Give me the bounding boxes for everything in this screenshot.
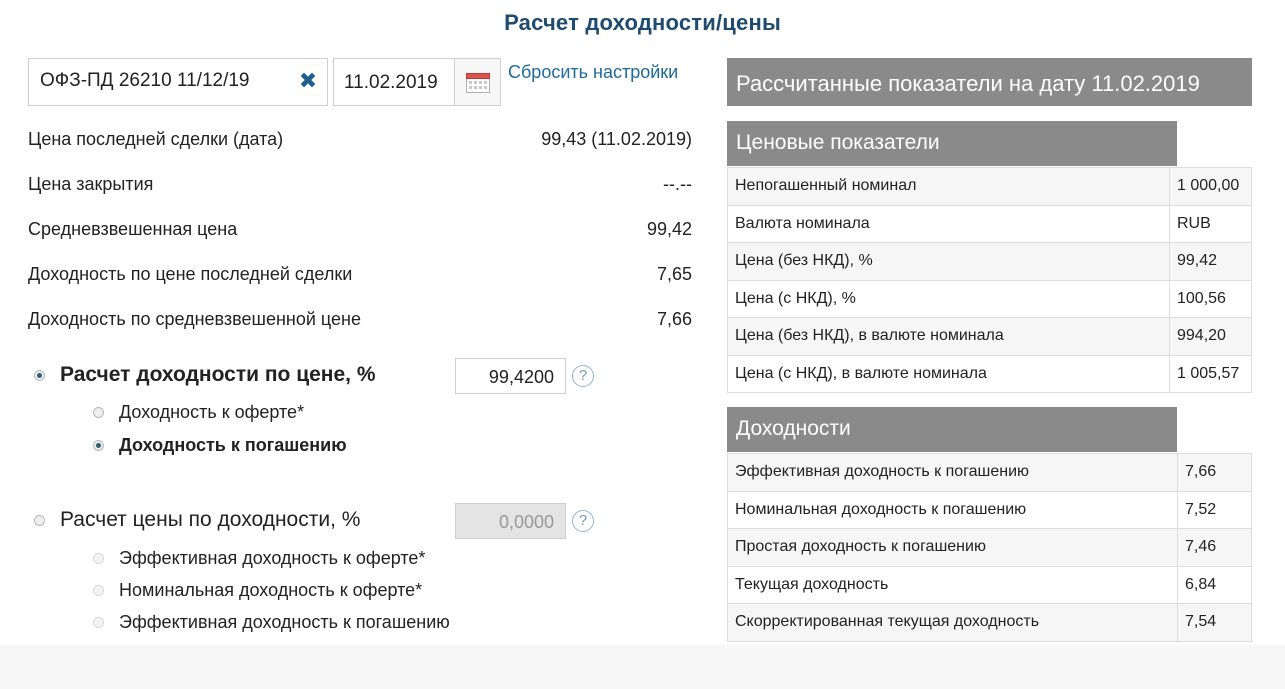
price-by-yield-label: Расчет цены по доходности, % (60, 508, 361, 531)
date-value: 11.02.2019 (344, 72, 438, 93)
table-row: Валюта номинала RUB (727, 204, 1252, 243)
info-label: Цена закрытия (28, 174, 154, 194)
nom-offer-yield-radio[interactable] (93, 585, 104, 596)
offer-yield-radio[interactable] (93, 407, 104, 418)
reset-settings-link[interactable]: Сбросить настройки (508, 62, 678, 83)
price-by-yield-radio[interactable] (34, 515, 45, 526)
info-label: Средневзвешенная цена (28, 219, 238, 239)
table-cell-value: RUB (1169, 204, 1252, 243)
eff-offer-yield-radio[interactable] (93, 553, 104, 564)
table-cell-label: Эффективная доходность к погашению (727, 453, 1178, 492)
table-cell-label: Цена (без НКД), % (727, 242, 1170, 281)
table-cell-label: Цена (без НКД), в валюте номинала (727, 317, 1170, 356)
table-row: Скорректированная текущая доходность 7,54 (727, 603, 1252, 642)
eff-maturity-yield-radio[interactable] (93, 617, 104, 628)
table-cell-value: 7,54 (1177, 603, 1252, 642)
eff-offer-yield-label: Эффективная доходность к оферте* (119, 548, 426, 568)
yield-by-price-radio[interactable] (34, 370, 45, 381)
table-cell-value: 1 000,00 (1169, 167, 1252, 206)
info-value: 7,66 (656, 309, 692, 329)
maturity-yield-radio[interactable] (93, 440, 104, 451)
table-cell-value: 7,46 (1177, 528, 1252, 567)
eff-maturity-yield-label: Эффективная доходность к погашению (119, 612, 450, 632)
price-section-title: Ценовые показатели (727, 121, 1177, 166)
yield-section-title: Доходности (727, 407, 1177, 452)
info-value: --.-- (663, 174, 692, 194)
page-title: Расчет доходности/цены (504, 10, 781, 35)
help-icon[interactable]: ? (572, 510, 594, 532)
page-footer-band (0, 645, 1285, 689)
table-cell-value: 7,66 (1177, 453, 1252, 492)
info-value: 99,42 (646, 219, 692, 239)
table-cell-value: 994,20 (1169, 317, 1252, 356)
table-cell-label: Непогашенный номинал (727, 167, 1170, 206)
info-label: Цена последней сделки (дата) (28, 129, 284, 149)
table-row: Цена (без НКД), в валюте номинала 994,20 (727, 317, 1252, 356)
table-cell-value: 7,52 (1177, 490, 1252, 529)
table-cell-value: 6,84 (1177, 565, 1252, 604)
offer-yield-label: Доходность к оферте* (119, 402, 305, 422)
table-cell-value: 100,56 (1169, 279, 1252, 318)
yield-by-price-label: Расчет доходности по цене, % (60, 363, 376, 386)
table-cell-label: Цена (с НКД), в валюте номинала (727, 354, 1170, 393)
table-cell-label: Цена (с НКД), % (727, 279, 1170, 318)
info-row-yield-last-trade: Доходность по цене последней сделки 7,65 (28, 264, 692, 292)
table-cell-value: 99,42 (1169, 242, 1252, 281)
info-row-close-price: Цена закрытия --.-- (28, 174, 692, 202)
calendar-icon[interactable] (454, 59, 500, 105)
results-header: Рассчитанные показатели на дату 11.02.20… (727, 58, 1252, 106)
table-cell-label: Скорректированная текущая доходность (727, 603, 1178, 642)
table-row: Цена (без НКД), % 99,42 (727, 242, 1252, 281)
yield-input[interactable]: 0,0000 (455, 503, 566, 539)
nom-offer-yield-label: Номинальная доходность к оферте* (119, 580, 423, 600)
help-icon[interactable]: ? (572, 365, 594, 387)
table-row: Цена (с НКД), % 100,56 (727, 279, 1252, 318)
table-cell-label: Валюта номинала (727, 204, 1170, 243)
table-cell-label: Простая доходность к погашению (727, 528, 1178, 567)
table-row: Непогашенный номинал 1 000,00 (727, 167, 1252, 206)
info-row-weighted-price: Средневзвешенная цена 99,42 (28, 219, 692, 247)
price-table: Непогашенный номинал 1 000,00 Валюта номи… (727, 167, 1252, 393)
bond-selector-value: ОФЗ-ПД 26210 11/12/19 (40, 70, 250, 91)
table-row: Номинальная доходность к погашению 7,52 (727, 490, 1252, 529)
table-row: Текущая доходность 6,84 (727, 565, 1252, 604)
info-row-last-trade: Цена последней сделки (дата) 99,43 (11.0… (28, 129, 692, 157)
info-label: Доходность по цене последней сделки (28, 264, 353, 284)
info-value: 99,43 (11.02.2019) (541, 129, 692, 149)
table-row: Цена (с НКД), в валюте номинала 1 005,57 (727, 354, 1252, 393)
close-icon[interactable]: ✖ (297, 69, 319, 93)
price-input[interactable]: 99,4200 (455, 358, 566, 394)
yield-table: Эффективная доходность к погашению 7,66 Н… (727, 453, 1252, 642)
table-cell-label: Номинальная доходность к погашению (727, 490, 1178, 529)
info-value: 7,65 (656, 264, 692, 284)
table-cell-label: Текущая доходность (727, 565, 1178, 604)
table-row: Простая доходность к погашению 7,46 (727, 528, 1252, 567)
bond-selector-input[interactable]: ОФЗ-ПД 26210 11/12/19 ✖ (28, 58, 328, 106)
info-label: Доходность по средневзвешенной цене (28, 309, 361, 329)
info-row-yield-weighted: Доходность по средневзвешенной цене 7,66 (28, 309, 692, 337)
table-cell-value: 1 005,57 (1169, 354, 1252, 393)
maturity-yield-label: Доходность к погашению (119, 435, 347, 455)
date-input[interactable]: 11.02.2019 (333, 58, 501, 106)
table-row: Эффективная доходность к погашению 7,66 (727, 453, 1252, 492)
